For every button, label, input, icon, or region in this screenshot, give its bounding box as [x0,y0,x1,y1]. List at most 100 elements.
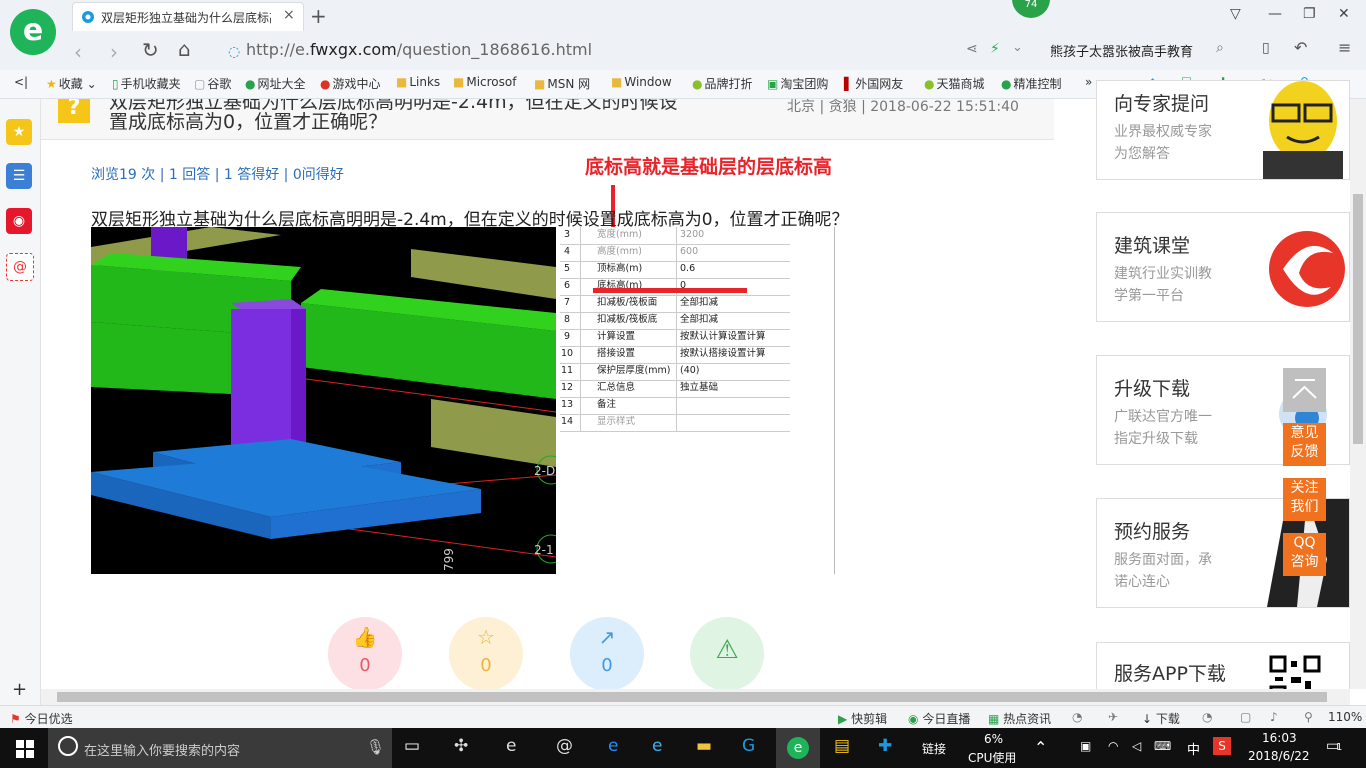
file-explorer-icon[interactable]: ▬ [696,736,712,756]
card-ask-expert[interactable]: 向专家提问 业界最权威专家 为您解答 [1096,80,1350,180]
browser-task-active[interactable]: e [776,728,820,768]
search-icon[interactable]: ⌕ [1216,40,1224,56]
mail-icon[interactable]: @ [6,253,34,281]
live-today[interactable]: ◉ 今日直播 [908,710,970,727]
network-adapter-icon[interactable]: ▣ [1080,739,1091,753]
sogou-ime-icon[interactable]: S [1213,737,1231,755]
property-row-value[interactable] [676,414,790,431]
taskbar-search-box[interactable]: 在这里输入你要搜索的内容 🎙 [48,728,392,768]
feedback-button[interactable]: 意见 反馈 [1283,423,1326,466]
follow-us-button[interactable]: 关注 我们 [1283,478,1326,521]
new-tab-button[interactable]: + [310,4,327,28]
back-icon[interactable]: ‹ [74,40,82,64]
download[interactable]: ↓ 下载 [1142,710,1180,727]
score-badge[interactable]: 74 [1012,0,1050,18]
zoom-level[interactable]: 110% [1328,710,1362,724]
question-stats[interactable]: 浏览19 次 | 1 回答 | 1 答得好 | 0问得好 [91,164,344,184]
property-row[interactable]: 11 保护层厚度(mm) (40) [560,363,790,381]
close-window-icon[interactable]: ✕ [1338,6,1350,22]
bookmarks-more-button[interactable]: » [1085,75,1092,89]
window-icon[interactable]: ▢ [1240,710,1251,724]
home-icon[interactable]: ⌂ [178,37,191,61]
report-button[interactable]: ⚠ [690,617,764,689]
bookmark-msn[interactable]: ■ MSN 网 [534,75,590,92]
property-row-value[interactable]: 全部扣减 [676,295,790,312]
volume-icon[interactable]: ◁ [1132,739,1141,753]
menu-icon[interactable]: ≡ [1338,38,1351,57]
refresh-icon[interactable]: ↻ [142,38,159,62]
tab-active[interactable]: 双层矩形独立基础为什么层底标高 × [72,2,304,31]
property-row-value[interactable]: 0.6 [676,261,790,278]
share-button[interactable]: ↗ 0 [570,617,644,689]
ime-indicator[interactable]: 中 [1187,739,1200,758]
property-row-value[interactable]: 独立基础 [676,380,790,397]
property-row[interactable]: 13 备注 [560,397,790,415]
bookmark-favorites[interactable]: ★ 收藏 ⌄ [46,75,97,92]
property-row-value[interactable]: 600 [676,244,790,261]
foundation-3d-image[interactable]: 2-D 2-1 799 [91,227,556,574]
vertical-scrollbar[interactable] [1350,99,1366,689]
notes-app-icon[interactable]: ▤ [834,736,850,756]
shirt-icon[interactable]: ▽ [1230,6,1241,22]
forward-icon[interactable]: › [110,40,118,64]
property-row-value[interactable]: 3200 [676,227,790,244]
property-row-value[interactable]: (40) [676,363,790,380]
share-page-icon[interactable]: ⋖ [966,41,978,57]
wifi-icon[interactable]: ◠ [1108,739,1118,753]
reading-list-icon[interactable]: ☰ [6,163,32,189]
property-row[interactable]: 5 顶标高(m) 0.6 [560,261,790,279]
speaker-icon[interactable]: ♪ [1270,710,1278,724]
task-view-icon[interactable]: ▭ [404,736,420,756]
glodon-icon[interactable]: G [742,736,755,756]
qq-consult-button[interactable]: QQ 咨询 [1283,533,1326,576]
clock-time[interactable]: 16:03 [1262,731,1297,745]
property-row-value[interactable]: 按默认计算设置计算 [676,329,790,346]
ie-icon[interactable]: e [652,736,662,756]
bookmark-foreign[interactable]: ▌ 外国网友 [844,75,903,92]
bookmarks-collapse-button[interactable]: <| [14,75,28,89]
tool-app-icon[interactable]: ✚ [878,736,892,756]
bookmark-portal[interactable]: ● 网址大全 [245,75,306,92]
bookmark-games[interactable]: ● 游戏中心 [320,75,381,92]
favorite-button[interactable]: ☆ 0 [449,617,523,689]
bookmark-google[interactable]: ▢ 谷歌 [194,75,231,92]
scroll-thumb[interactable] [57,692,1327,702]
weibo-icon[interactable]: ◉ [6,208,32,234]
today-picks[interactable]: ⚑ 今日优选 [10,710,73,727]
property-row[interactable]: 8 扣减板/筏板底 全部扣减 [560,312,790,330]
property-row[interactable]: 9 计算设置 按默认计算设置计算 [560,329,790,347]
bookmark-brand[interactable]: ● 品牌打折 [692,75,753,92]
clock-date[interactable]: 2018/6/22 [1248,749,1310,763]
speed-icon[interactable]: ⚡ [990,41,1000,57]
taskbar-link[interactable]: 链接 [922,740,946,757]
device-icon[interactable]: ▯ [1262,40,1270,56]
windows-start-icon[interactable] [16,740,34,758]
chevron-up-icon[interactable]: ⌃ [1034,738,1047,757]
browser-logo-icon[interactable]: e [10,9,56,55]
ie-legacy-icon[interactable]: e [506,736,516,756]
horizontal-scrollbar[interactable] [41,689,1350,705]
keyboard-icon[interactable]: ⌨ [1154,739,1171,753]
bookmark-links[interactable]: ■ Links [396,75,440,89]
property-row[interactable]: 10 搭接设置 按默认搭接设置计算 [560,346,790,364]
chevron-down-icon[interactable]: ⌄ [1012,40,1023,55]
fan-app-icon[interactable]: ✣ [454,736,468,756]
bookmark-tmall[interactable]: ● 天猫商城 [924,75,985,92]
bookmark-microsoft[interactable]: ■ Microsof [453,75,516,89]
property-row-value[interactable]: 全部扣减 [676,312,790,329]
bookmark-mobile[interactable]: ▯ 手机收藏夹 [112,75,181,92]
history-icon[interactable]: ◔ [1202,710,1212,724]
property-row-value[interactable] [676,397,790,414]
quick-clip[interactable]: ▶ 快剪辑 [838,710,887,727]
undo-icon[interactable]: ↶ [1294,38,1307,57]
back-to-top-button[interactable] [1283,368,1326,412]
property-row-value[interactable]: 按默认搭接设置计算 [676,346,790,363]
address-url[interactable]: http://e.fwxgx.com/question_1868616.html [246,40,592,59]
card-building-class[interactable]: 建筑课堂 建筑行业实训教 学第一平台 [1096,212,1350,322]
favorites-star-icon[interactable]: ★ [6,119,32,145]
minimize-icon[interactable]: — [1268,6,1282,22]
bookmark-precise[interactable]: ● 精准控制 [1001,75,1062,92]
hot-news[interactable]: ▦ 热点资讯 [988,710,1051,727]
speed-dial-icon[interactable]: ◔ [1072,710,1082,724]
bookmark-taobao[interactable]: ▣ 淘宝团购 [767,75,828,92]
